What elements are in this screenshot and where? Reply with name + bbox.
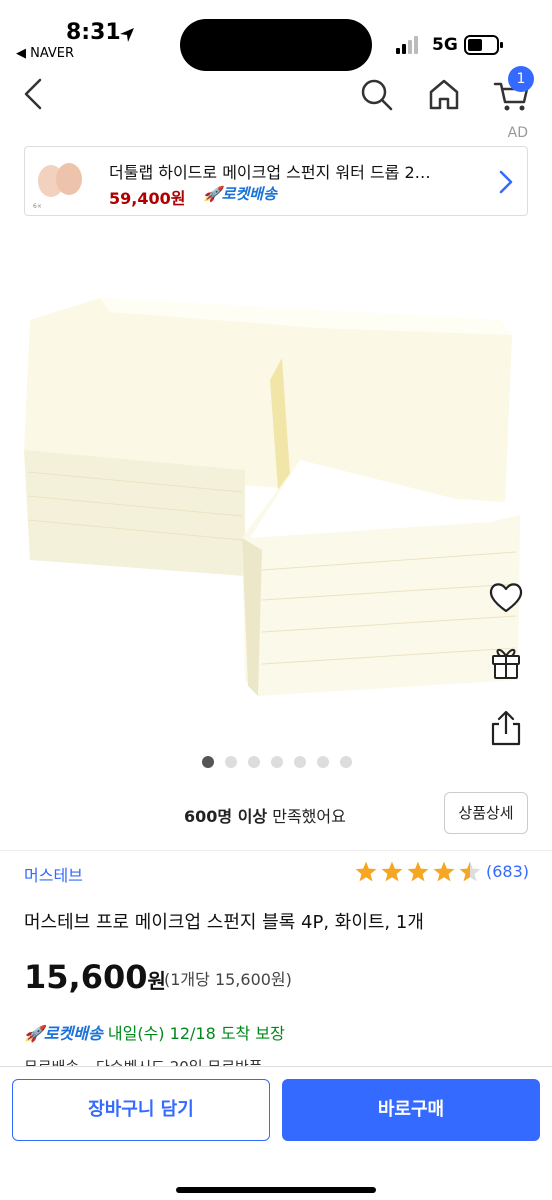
product-price: 15,600원 (24, 958, 166, 996)
cart-count-badge: 1 (508, 66, 534, 92)
ad-rocket-delivery: 🚀로켓배송 (203, 183, 277, 204)
search-button[interactable] (356, 74, 396, 114)
dynamic-island (180, 19, 372, 71)
top-nav (0, 70, 552, 118)
back-button[interactable] (14, 74, 54, 114)
ad-price: 59,400원 (109, 189, 186, 208)
wishlist-button[interactable] (484, 576, 528, 620)
share-button[interactable] (484, 706, 528, 750)
price-amount: 15,600 (24, 958, 148, 996)
chevron-right-icon (499, 170, 513, 194)
product-image[interactable] (0, 240, 552, 740)
rocket-delivery-label: 로켓배송 (43, 1024, 103, 1043)
pagination-dot[interactable] (294, 756, 306, 768)
satisfaction-count: 600명 이상 (184, 807, 268, 826)
pagination-dot[interactable] (317, 756, 329, 768)
home-button[interactable] (424, 74, 464, 114)
ad-label: AD (507, 125, 528, 141)
ad-title: 더툴랩 하이드로 메이크업 스펀지 워터 드롭 2… (109, 163, 431, 182)
rating-stars[interactable] (354, 860, 482, 884)
image-pagination (202, 756, 352, 768)
pagination-dot[interactable] (340, 756, 352, 768)
pagination-dot[interactable] (225, 756, 237, 768)
star-icon (459, 861, 481, 882)
star-icon (407, 861, 429, 882)
back-to-app-link[interactable]: ◀ NAVER (16, 46, 74, 61)
heart-icon (489, 583, 523, 613)
satisfaction-suffix: 만족했어요 (267, 807, 346, 826)
clock: 8:31 (66, 20, 121, 45)
bottom-action-bar: 장바구니 담기 바로구매 (0, 1066, 552, 1200)
brand-link[interactable]: 머스테브 (24, 862, 83, 886)
location-arrow-icon (120, 28, 134, 42)
rocket-icon: 🚀 (24, 1024, 44, 1043)
share-icon (491, 710, 521, 746)
ad-product-thumbnail: 6× (33, 163, 82, 210)
unit-price: (1개당 15,600원) (164, 970, 292, 989)
gift-icon (492, 649, 520, 679)
home-icon (429, 79, 459, 110)
product-title: 머스테브 프로 메이크업 스펀지 블록 4P, 화이트, 1개 (24, 912, 424, 933)
satisfaction-summary: 600명 이상 만족했어요 (184, 803, 346, 827)
pagination-dot[interactable] (202, 756, 214, 768)
star-icon (381, 861, 403, 882)
rocket-icon: 🚀 (203, 185, 222, 203)
product-detail-button[interactable]: 상품상세 (444, 792, 528, 834)
star-icon (355, 861, 377, 882)
battery-icon (464, 35, 503, 55)
network-type: 5G (432, 35, 458, 55)
chevron-left-icon (24, 78, 42, 110)
delivery-eta: 내일(수) 12/18 도착 보장 (107, 1024, 285, 1043)
svg-text:6×: 6× (33, 203, 42, 210)
gift-button[interactable] (484, 640, 528, 684)
rocket-delivery-badge: 🚀로켓배송 (24, 1024, 103, 1043)
status-bar: 8:31 ◀ NAVER 5G (0, 0, 552, 71)
search-icon (361, 79, 393, 111)
divider (0, 850, 552, 851)
home-indicator (176, 1187, 376, 1193)
pagination-dot[interactable] (248, 756, 260, 768)
ad-banner[interactable]: 6× 더툴랩 하이드로 메이크업 스펀지 워터 드롭 2… 59,400원 🚀로… (24, 146, 528, 216)
delivery-info: 🚀로켓배송 내일(수) 12/18 도착 보장 (24, 1020, 285, 1044)
buy-now-button[interactable]: 바로구매 (282, 1079, 540, 1141)
star-icon (433, 861, 455, 882)
review-count[interactable]: (683) (486, 862, 529, 881)
cellular-signal-icon (396, 36, 418, 54)
ad-delivery-label: 로켓배송 (221, 185, 277, 203)
add-to-cart-button[interactable]: 장바구니 담기 (12, 1079, 270, 1141)
pagination-dot[interactable] (271, 756, 283, 768)
